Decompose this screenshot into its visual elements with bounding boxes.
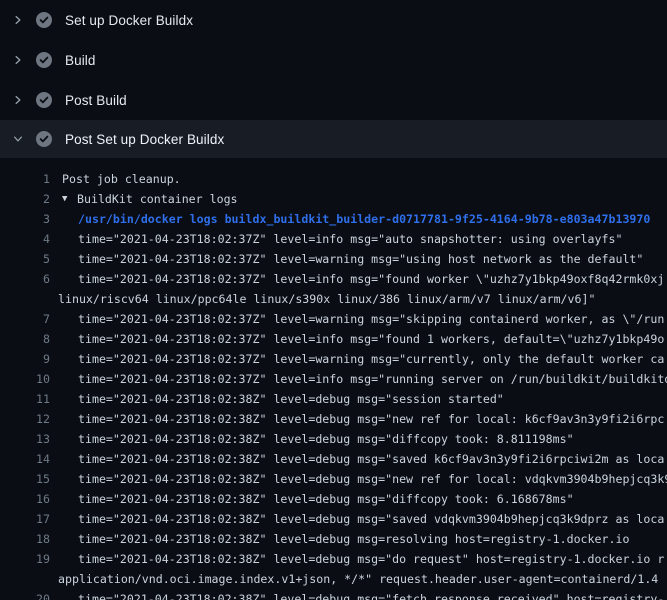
steps-list: Set up Docker Buildx Build Post Build Po…: [0, 0, 667, 158]
chevron-right-icon[interactable]: [12, 54, 24, 66]
step-label: Set up Docker Buildx: [65, 13, 193, 28]
line-number[interactable]: 9: [0, 349, 50, 369]
log-row: 17 time="2021-04-23T18:02:38Z" level=debu…: [0, 509, 667, 529]
log-text: time="2021-04-23T18:02:37Z" level=warnin…: [78, 309, 664, 329]
log-text: time="2021-04-23T18:02:38Z" level=debug …: [78, 449, 664, 469]
log-command-text: /usr/bin/docker logs buildx_buildkit_bui…: [78, 209, 650, 229]
log-lines: 1 Post job cleanup. 2 ▼BuildKit container l…: [0, 158, 667, 600]
chevron-down-icon[interactable]: [12, 133, 24, 145]
log-row: 16 time="2021-04-23T18:02:38Z" level=debu…: [0, 489, 667, 509]
line-number[interactable]: 4: [0, 229, 50, 249]
log-text: time="2021-04-23T18:02:38Z" level=debug …: [78, 469, 667, 489]
log-row: 14 time="2021-04-23T18:02:38Z" level=debu…: [0, 449, 667, 469]
log-row: 1 Post job cleanup.: [0, 169, 667, 189]
log-text: time="2021-04-23T18:02:38Z" level=debug …: [78, 489, 574, 509]
line-number[interactable]: 16: [0, 489, 50, 509]
line-number: [0, 289, 50, 309]
line-number[interactable]: 15: [0, 469, 50, 489]
log-row: 20 time="2021-04-23T18:02:38Z" level=debu…: [0, 589, 667, 600]
log-text: time="2021-04-23T18:02:37Z" level=info m…: [78, 369, 667, 389]
log-text: time="2021-04-23T18:02:38Z" level=debug …: [78, 529, 629, 549]
line-number[interactable]: 20: [0, 589, 50, 600]
line-number[interactable]: 7: [0, 309, 50, 329]
log-text[interactable]: BuildKit container logs: [77, 189, 238, 209]
step-label: Build: [65, 53, 96, 68]
line-number[interactable]: 1: [0, 169, 50, 189]
line-number[interactable]: 18: [0, 529, 50, 549]
log-row: linux/riscv64 linux/ppc64le linux/s390x …: [0, 289, 667, 309]
log-row: 10 time="2021-04-23T18:02:37Z" level=info…: [0, 369, 667, 389]
log-row: 4 time="2021-04-23T18:02:37Z" level=info …: [0, 229, 667, 249]
check-circle-icon: [36, 92, 52, 108]
log-text: time="2021-04-23T18:02:38Z" level=debug …: [78, 509, 664, 529]
log-text: time="2021-04-23T18:02:37Z" level=warnin…: [78, 249, 643, 269]
log-text: time="2021-04-23T18:02:37Z" level=info m…: [78, 269, 664, 289]
log-text: time="2021-04-23T18:02:38Z" level=debug …: [78, 409, 664, 429]
step-header-build[interactable]: Build: [0, 40, 667, 80]
log-text: time="2021-04-23T18:02:37Z" level=info m…: [78, 329, 664, 349]
log-text: Post job cleanup.: [62, 169, 181, 189]
log-text: time="2021-04-23T18:02:38Z" level=debug …: [78, 549, 664, 569]
step-header-set-up-docker-buildx[interactable]: Set up Docker Buildx: [0, 0, 667, 40]
log-text: time="2021-04-23T18:02:37Z" level=info m…: [78, 229, 622, 249]
log-row: 6 time="2021-04-23T18:02:37Z" level=info …: [0, 269, 667, 289]
step-header-post-build[interactable]: Post Build: [0, 80, 667, 120]
log-row: application/vnd.oci.image.index.v1+json,…: [0, 569, 667, 589]
line-number[interactable]: 2: [0, 189, 50, 209]
log-row: 7 time="2021-04-23T18:02:37Z" level=warni…: [0, 309, 667, 329]
log-text: application/vnd.oci.image.index.v1+json,…: [58, 569, 658, 589]
line-number[interactable]: 12: [0, 409, 50, 429]
line-number[interactable]: 5: [0, 249, 50, 269]
log-row: 5 time="2021-04-23T18:02:37Z" level=warni…: [0, 249, 667, 269]
check-circle-icon: [36, 52, 52, 68]
line-number[interactable]: 13: [0, 429, 50, 449]
line-number[interactable]: 11: [0, 389, 50, 409]
log-row: 19 time="2021-04-23T18:02:38Z" level=debu…: [0, 549, 667, 569]
log-text: linux/riscv64 linux/ppc64le linux/s390x …: [58, 289, 595, 309]
log-text: time="2021-04-23T18:02:37Z" level=warnin…: [78, 349, 664, 369]
log-row: 15 time="2021-04-23T18:02:38Z" level=debu…: [0, 469, 667, 489]
line-number[interactable]: 8: [0, 329, 50, 349]
log-row: 13 time="2021-04-23T18:02:38Z" level=debu…: [0, 429, 667, 449]
log-row: 3/usr/bin/docker logs buildx_buildkit_bu…: [0, 209, 667, 229]
log-text: time="2021-04-23T18:02:38Z" level=debug …: [78, 589, 664, 600]
log-row: 9 time="2021-04-23T18:02:37Z" level=warni…: [0, 349, 667, 369]
step-label: Post Build: [65, 93, 127, 108]
line-number[interactable]: 14: [0, 449, 50, 469]
step-header-post-set-up-docker-buildx[interactable]: Post Set up Docker Buildx: [0, 120, 667, 158]
line-number[interactable]: 6: [0, 269, 50, 289]
check-circle-icon: [36, 131, 52, 147]
line-number[interactable]: 10: [0, 369, 50, 389]
log-row: 2 ▼BuildKit container logs: [0, 189, 667, 209]
line-number[interactable]: 17: [0, 509, 50, 529]
step-label: Post Set up Docker Buildx: [65, 132, 224, 147]
log-row: 12 time="2021-04-23T18:02:38Z" level=debu…: [0, 409, 667, 429]
chevron-right-icon[interactable]: [12, 94, 24, 106]
check-circle-icon: [36, 12, 52, 28]
line-number[interactable]: 19: [0, 549, 50, 569]
log-row: 18 time="2021-04-23T18:02:38Z" level=debu…: [0, 529, 667, 549]
log-row: 8 time="2021-04-23T18:02:37Z" level=info …: [0, 329, 667, 349]
triangle-down-icon[interactable]: ▼: [62, 189, 77, 209]
log-text: time="2021-04-23T18:02:38Z" level=debug …: [78, 389, 504, 409]
log-row: 11 time="2021-04-23T18:02:38Z" level=debu…: [0, 389, 667, 409]
line-number: [0, 569, 50, 589]
log-text: time="2021-04-23T18:02:38Z" level=debug …: [78, 429, 574, 449]
line-number[interactable]: 3: [0, 209, 50, 229]
chevron-right-icon[interactable]: [12, 14, 24, 26]
